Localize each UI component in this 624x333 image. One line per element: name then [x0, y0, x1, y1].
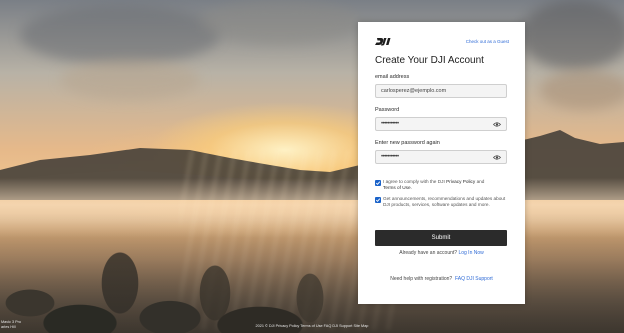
dji-logo: [375, 38, 391, 46]
password-value: •••••••••••: [381, 121, 399, 127]
cloud: [520, 0, 624, 70]
terms-of-use-link[interactable]: Terms of Use: [383, 185, 411, 190]
forest-silhouette: [0, 213, 624, 333]
photo-caption-line2: arles Hill: [1, 325, 16, 329]
help-prompt: Need help with registration? FAQ DJI Sup…: [358, 276, 525, 282]
email-label: email address: [375, 74, 410, 80]
confirm-password-field[interactable]: •••••••••••: [375, 150, 507, 164]
help-links[interactable]: FAQ DJI Support: [455, 276, 493, 282]
marketing-text: Get announcements, recommendations and u…: [383, 196, 506, 208]
email-field[interactable]: carlosperez@ejemplo.com: [375, 84, 507, 98]
eye-icon[interactable]: [493, 122, 501, 127]
background-photo: [0, 0, 624, 333]
agree-terms-checkbox[interactable]: [375, 180, 381, 186]
agree-terms-text: I agree to comply with the DJI Privacy P…: [383, 179, 507, 192]
checkmark-icon: [375, 181, 381, 185]
cloud: [20, 5, 220, 65]
agree-and: and: [476, 179, 485, 184]
confirm-password-label: Enter new password again: [375, 140, 440, 146]
agree-prefix: I agree to comply with the DJI: [383, 179, 445, 184]
page-title: Create Your DJI Account: [375, 55, 484, 66]
guest-checkout-link[interactable]: Check out as a Guest: [449, 39, 509, 44]
confirm-password-value: •••••••••••: [381, 154, 399, 160]
cloud: [200, 0, 360, 45]
privacy-policy-link[interactable]: Privacy Policy: [446, 179, 475, 184]
login-link[interactable]: Log In Now: [458, 250, 483, 256]
cloud: [60, 60, 200, 100]
photo-caption-line1: Mavic 3 Pro: [1, 320, 22, 324]
footer-links[interactable]: 2021 © DJI Privacy Policy Terms of Use F…: [0, 324, 624, 328]
email-value: carlosperez@ejemplo.com: [381, 88, 447, 94]
agree-suffix: .: [410, 185, 412, 191]
help-text: Need help with registration?: [390, 276, 453, 282]
submit-button[interactable]: Submit: [375, 230, 507, 246]
password-label: Password: [375, 107, 400, 113]
checkmark-icon: [375, 198, 381, 202]
login-prompt: Already have an account? Log In Now: [358, 250, 525, 256]
marketing-checkbox[interactable]: [375, 197, 381, 203]
cloud: [540, 70, 624, 110]
have-account-text: Already have an account?: [399, 250, 458, 256]
eye-icon[interactable]: [493, 155, 501, 160]
password-field[interactable]: •••••••••••: [375, 117, 507, 131]
